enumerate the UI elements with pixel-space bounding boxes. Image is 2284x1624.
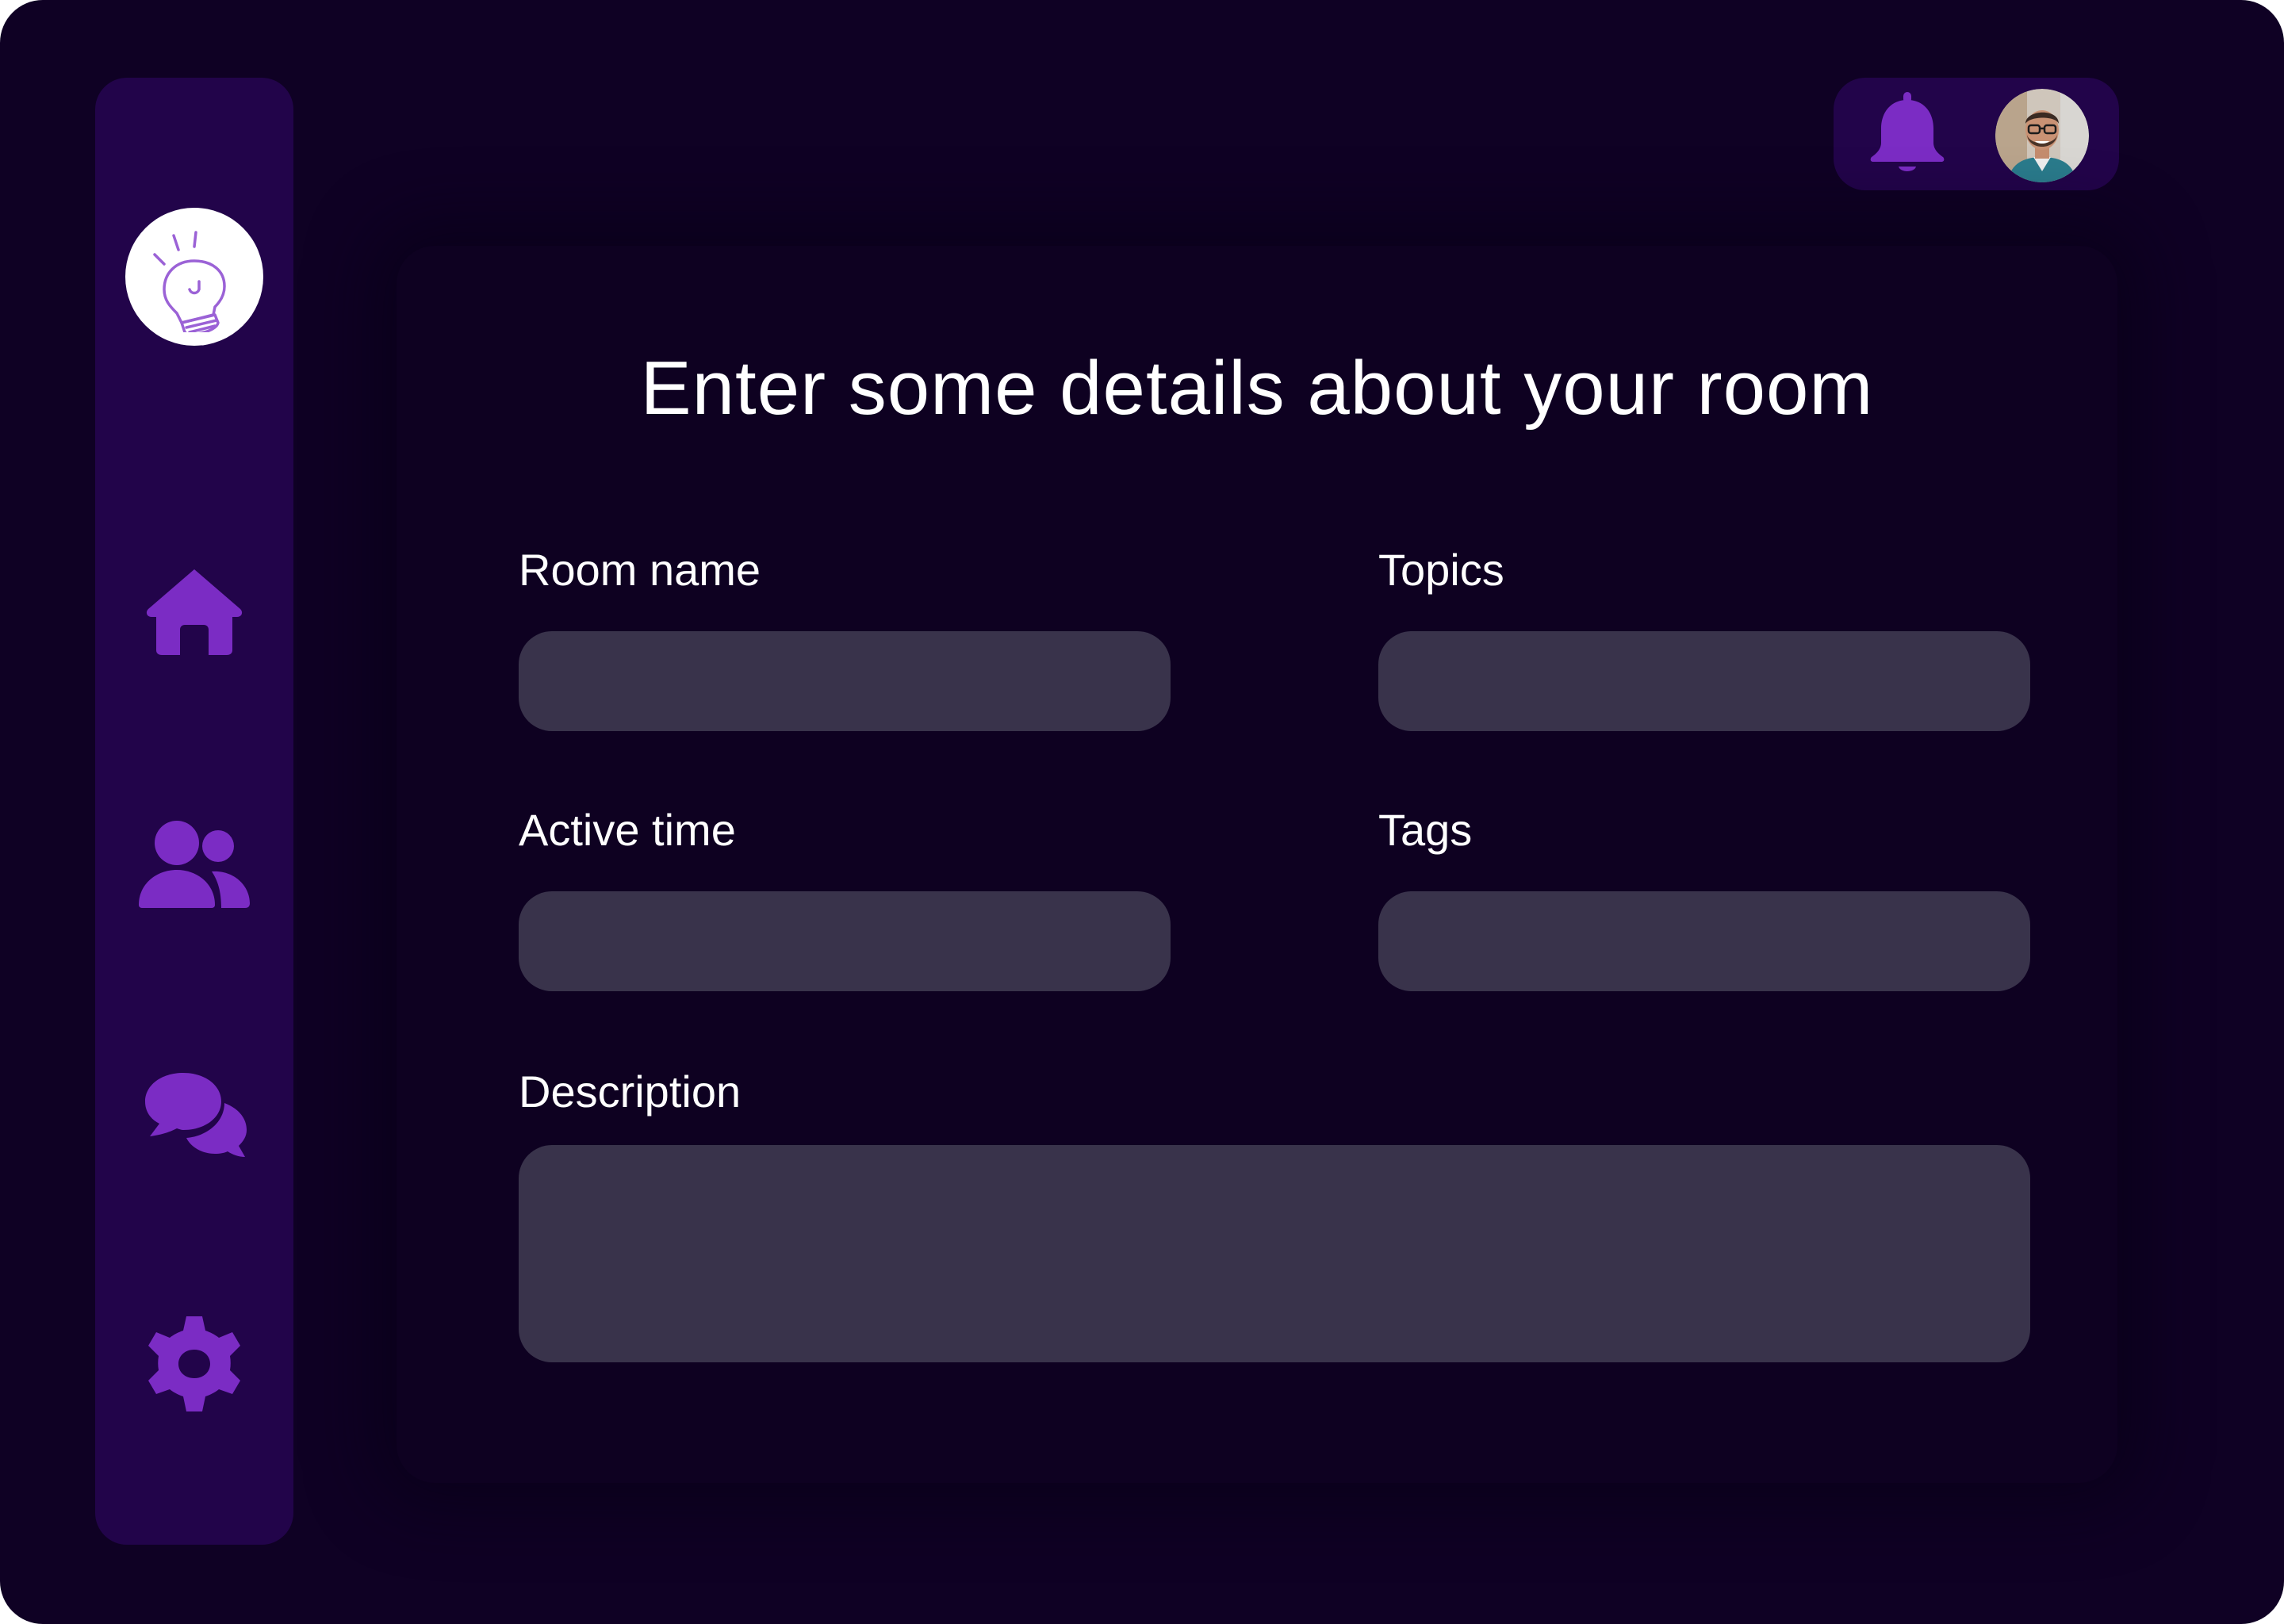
- description-field[interactable]: [519, 1145, 2030, 1362]
- home-icon: [146, 569, 243, 655]
- sidebar-item-home[interactable]: [127, 557, 262, 668]
- topics-field[interactable]: [1378, 631, 2030, 731]
- app-logo[interactable]: [125, 208, 263, 346]
- notifications-button[interactable]: [1864, 89, 1951, 178]
- room-name-label: Room name: [519, 545, 761, 595]
- topics-label: Topics: [1378, 545, 1504, 595]
- user-avatar[interactable]: [1995, 89, 2089, 182]
- sidebar-item-people[interactable]: [127, 809, 262, 920]
- sidebar-item-chat[interactable]: [127, 1059, 262, 1170]
- room-name-field[interactable]: [519, 631, 1171, 731]
- avatar-image: [1995, 89, 2089, 182]
- description-label: Description: [519, 1067, 742, 1116]
- sidebar-item-settings[interactable]: [127, 1310, 262, 1421]
- lightbulb-icon: [153, 231, 226, 332]
- active-time-label: Active time: [519, 805, 736, 855]
- chat-bubbles-icon: [145, 1073, 247, 1157]
- bell-icon: [1870, 92, 1945, 171]
- gear-icon: [148, 1316, 240, 1411]
- users-icon: [139, 821, 250, 908]
- tags-field[interactable]: [1378, 891, 2030, 991]
- page-title: Enter some details about your room: [640, 346, 1874, 431]
- active-time-field[interactable]: [519, 891, 1171, 991]
- app-window: Enter some details about your room Room …: [0, 0, 2284, 1624]
- tags-label: Tags: [1378, 805, 1473, 855]
